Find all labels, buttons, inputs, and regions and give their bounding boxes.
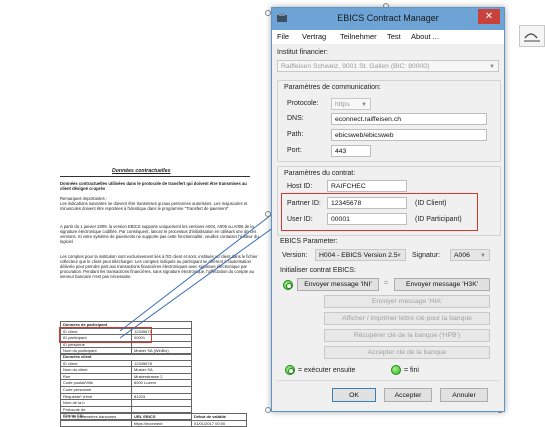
close-button[interactable]: ✕ — [478, 9, 500, 24]
menu-vertrag[interactable]: Vertrag — [302, 32, 326, 41]
menu-bar: File Vertrag Teilnehmer Test About ... — [272, 30, 504, 44]
ok-button[interactable]: OK — [332, 388, 376, 402]
signatur-select[interactable]: A006 ▼ — [450, 249, 490, 261]
port-label: Port: — [287, 147, 302, 154]
accept-button[interactable]: Accepter — [384, 388, 432, 402]
path-field[interactable]: ebicsweb/ebicsweb — [331, 129, 487, 141]
print-key-letter-button[interactable]: Afficher / imprimer lettre clé pour la b… — [324, 312, 490, 325]
footer-divider — [277, 380, 499, 381]
ebics-parameter-label: EBICS Parameter: — [280, 238, 338, 245]
next-step-indicator-icon — [283, 280, 293, 290]
hostid-label: Host ID: — [287, 183, 313, 190]
legend-execute-next: = exécuter ensuite — [298, 367, 356, 374]
protocole-select[interactable]: https ▼ — [331, 98, 371, 110]
ribbon-tool-icon[interactable] — [519, 25, 545, 47]
init-section-label: Initialiser contrat EBICS: — [280, 267, 356, 274]
or-separator: = — [384, 280, 389, 287]
title-bar[interactable]: EBICS Contract Manager ✕ — [272, 8, 504, 30]
arrow-client-id — [119, 201, 289, 332]
image-tool-icon — [524, 33, 540, 42]
chevron-down-icon: ▼ — [396, 253, 402, 259]
institut-label: Institut financier: — [277, 49, 328, 56]
legend-done: = fini — [404, 367, 419, 374]
send-ini-button[interactable]: Envoyer message 'INI' — [297, 278, 379, 291]
chevron-down-icon: ▼ — [480, 253, 486, 259]
cancel-button[interactable]: Annuler — [440, 388, 488, 402]
retrieve-bank-key-button[interactable]: Récupérer clé de la banque ('HPB') — [324, 329, 490, 342]
menu-test[interactable]: Test — [387, 32, 401, 41]
arrow-participant-id — [119, 216, 289, 339]
signatur-value: A006 — [454, 252, 470, 259]
ebics-contract-manager-window: EBICS Contract Manager ✕ File Vertrag Te… — [271, 7, 505, 412]
institut-value: Raiffeisen Schweiz, 9001 St. Gallen (BIC… — [281, 63, 430, 70]
accept-bank-key-button[interactable]: Accepter clé de la banque — [324, 346, 490, 359]
ids-highlight-box — [281, 193, 478, 231]
menu-teilnehmer[interactable]: Teilnehmer — [340, 32, 377, 41]
chevron-down-icon: ▼ — [361, 102, 367, 108]
contract-section-label: Paramètres du contrat: — [284, 170, 356, 177]
execute-next-legend-icon — [285, 365, 295, 375]
window-title: EBICS Contract Manager — [337, 13, 439, 23]
send-h3k-button[interactable]: Envoyer message 'H3K' — [394, 278, 490, 291]
chevron-down-icon: ▼ — [489, 64, 495, 70]
done-legend-icon — [391, 365, 401, 375]
version-select[interactable]: H004 - EBICS Version 2.5 ▼ — [315, 249, 406, 261]
communication-section-label: Paramètres de communication: — [284, 84, 381, 91]
path-label: Path: — [287, 131, 304, 138]
dns-label: DNS: — [287, 115, 304, 122]
port-field[interactable]: 443 — [331, 145, 371, 157]
institut-select[interactable]: Raiffeisen Schweiz, 9001 St. Gallen (BIC… — [277, 60, 499, 72]
version-value: H004 - EBICS Version 2.5 — [319, 252, 398, 259]
version-label: Version: — [282, 252, 308, 259]
dns-field[interactable]: econnect.raiffeisen.ch — [331, 113, 487, 125]
protocole-value: https — [335, 101, 350, 108]
protocole-label: Protocole: — [287, 100, 319, 107]
send-hia-button[interactable]: Envoyer message 'HIA' — [324, 295, 490, 308]
signatur-label: Signatur: — [412, 252, 441, 259]
menu-about[interactable]: About ... — [411, 32, 439, 41]
hostid-field[interactable]: RAIFCHEC — [327, 180, 407, 192]
menu-file[interactable]: File — [277, 32, 289, 41]
